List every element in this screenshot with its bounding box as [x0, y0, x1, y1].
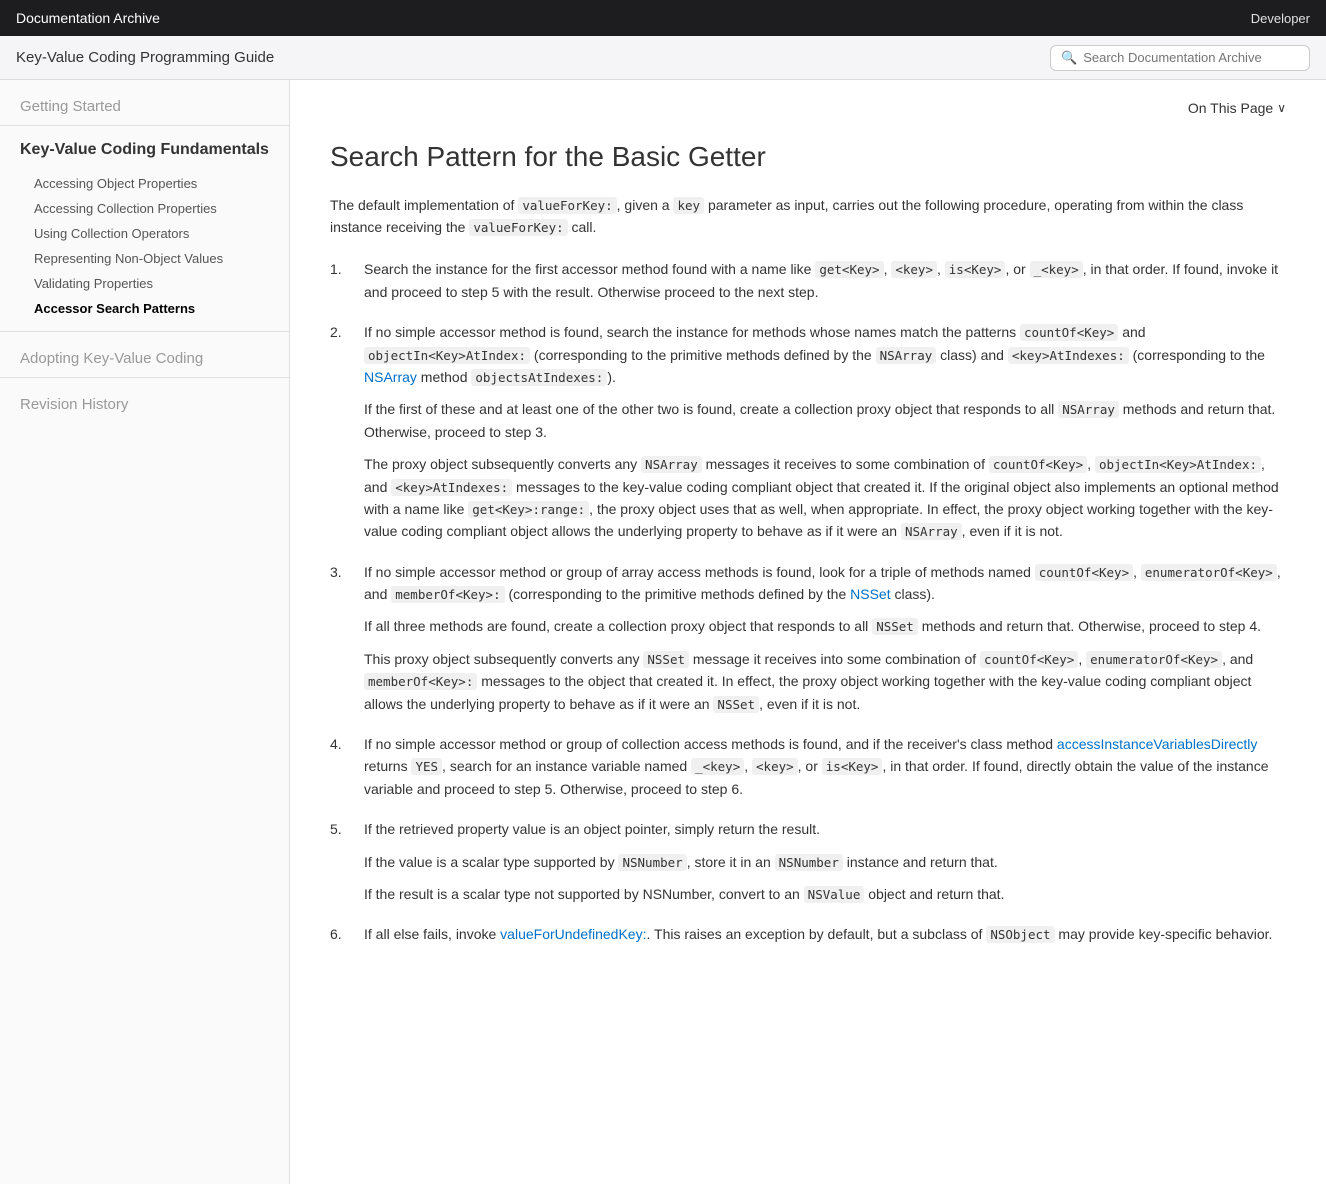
list-item-text: If all three methods are found, create a…	[364, 615, 1286, 637]
sidebar-item-validating[interactable]: Validating Properties	[20, 271, 269, 296]
list-item-text: This proxy object subsequently converts …	[364, 648, 1286, 715]
list-item: If all else fails, invoke valueForUndefi…	[330, 923, 1286, 945]
sidebar-adopting: Adopting Key-Value Coding	[0, 332, 289, 377]
list-item: If no simple accessor method is found, s…	[330, 321, 1286, 543]
main-layout: Getting Started Key-Value Coding Fundame…	[0, 80, 1326, 1184]
code-nsset2: NSSet	[643, 651, 689, 668]
article-intro: The default implementation of valueForKe…	[330, 194, 1286, 239]
sidebar-item-accessing-collection[interactable]: Accessing Collection Properties	[20, 196, 269, 221]
code-yes: YES	[411, 758, 442, 775]
on-this-page-bar: On This Page ∨	[330, 100, 1286, 124]
code-nsnumber2: NSNumber	[775, 854, 843, 871]
search-input[interactable]	[1083, 50, 1299, 65]
code-countofkey3: countOf<Key>	[1035, 564, 1133, 581]
code-keyatidx2: <key>AtIndexes:	[391, 479, 512, 496]
page-title: Key-Value Coding Programming Guide	[16, 49, 274, 66]
list-item-text: If no simple accessor method or group of…	[364, 733, 1286, 800]
search-box[interactable]: 🔍	[1050, 45, 1310, 71]
code-key: key	[673, 197, 704, 214]
on-this-page-button[interactable]: On This Page ∨	[1188, 100, 1286, 116]
list-item-content: If no simple accessor method or group of…	[364, 561, 1286, 715]
list-item: If no simple accessor method or group of…	[330, 561, 1286, 715]
list-item: Search the instance for the first access…	[330, 258, 1286, 303]
sidebar-kvc-group: Key-Value Coding Fundamentals Accessing …	[0, 126, 289, 331]
sidebar-item-accessing-object[interactable]: Accessing Object Properties	[20, 171, 269, 196]
article-list: Search the instance for the first access…	[330, 258, 1286, 945]
chevron-down-icon: ∨	[1277, 101, 1286, 115]
list-item-text: If no simple accessor method is found, s…	[364, 321, 1286, 388]
code-objectsatindexes: objectsAtIndexes:	[471, 369, 607, 386]
topbar-right: Developer	[1245, 11, 1310, 26]
sidebar: Getting Started Key-Value Coding Fundame…	[0, 80, 290, 1184]
code-key2: <key>	[891, 261, 937, 278]
subbar: Key-Value Coding Programming Guide 🔍	[0, 36, 1326, 80]
code-enumof: enumeratorOf<Key>	[1141, 564, 1277, 581]
content-area: On This Page ∨ Search Pattern for the Ba…	[290, 80, 1326, 1184]
list-item: If no simple accessor method or group of…	[330, 733, 1286, 800]
code-nsarray4: NSArray	[901, 523, 962, 540]
code-nsobject: NSObject	[986, 926, 1054, 943]
code-iskey2: is<Key>	[822, 758, 883, 775]
code-objectin: objectIn<Key>AtIndex:	[364, 347, 530, 364]
sidebar-getting-started: Getting Started	[0, 80, 289, 125]
list-item-text: If the result is a scalar type not suppo…	[364, 883, 1286, 905]
list-item-content: If all else fails, invoke valueForUndefi…	[364, 923, 1286, 945]
article-title: Search Pattern for the Basic Getter	[330, 140, 1286, 174]
code-enumof2: enumeratorOf<Key>	[1086, 651, 1222, 668]
link-nsset[interactable]: NSSet	[850, 586, 890, 602]
sidebar-revision: Revision History	[0, 378, 289, 423]
code-nsset3: NSSet	[713, 696, 759, 713]
code-nsnumber: NSNumber	[618, 854, 686, 871]
code-nsarray2: NSArray	[1058, 401, 1119, 418]
list-item-content: If the retrieved property value is an ob…	[364, 818, 1286, 905]
code-countofkey: countOf<Key>	[1020, 324, 1118, 341]
code-nsarray: NSArray	[876, 347, 937, 364]
list-item-text: The proxy object subsequently converts a…	[364, 453, 1286, 543]
list-item-content: If no simple accessor method or group of…	[364, 733, 1286, 800]
code-objectin2: objectIn<Key>AtIndex:	[1095, 456, 1261, 473]
list-item-text: If the value is a scalar type supported …	[364, 851, 1286, 873]
code-underkey2: _<key>	[691, 758, 744, 775]
code-countof3: countOf<Key>	[980, 651, 1078, 668]
code-key3: <key>	[752, 758, 798, 775]
code-underkey: _<key>	[1030, 261, 1083, 278]
link-accessinstancevars[interactable]: accessInstanceVariablesDirectly	[1057, 736, 1258, 752]
list-item-text: If the retrieved property value is an ob…	[364, 818, 1286, 840]
code-memberof: memberOf<Key>:	[391, 586, 504, 603]
list-item-text: Search the instance for the first access…	[364, 258, 1286, 303]
link-nsarray[interactable]: NSArray	[364, 369, 417, 385]
list-item-content: If no simple accessor method is found, s…	[364, 321, 1286, 543]
list-item-text: If all else fails, invoke valueForUndefi…	[364, 923, 1286, 945]
sidebar-item-accessor[interactable]: Accessor Search Patterns	[20, 296, 269, 321]
sidebar-kvc-title: Key-Value Coding Fundamentals	[20, 140, 269, 161]
code-countof2: countOf<Key>	[989, 456, 1087, 473]
code-memberof2: memberOf<Key>:	[364, 673, 477, 690]
code-getrange: get<Key>:range:	[468, 501, 589, 518]
link-valueforundefinedkey[interactable]: valueForUndefinedKey:	[500, 926, 646, 942]
code-valueforkey2: valueForKey:	[469, 219, 567, 236]
topbar: Documentation Archive Developer	[0, 0, 1326, 36]
on-this-page-label: On This Page	[1188, 100, 1273, 116]
list-item-text: If the first of these and at least one o…	[364, 398, 1286, 443]
code-iskey: is<Key>	[945, 261, 1006, 278]
sidebar-item-representing[interactable]: Representing Non-Object Values	[20, 246, 269, 271]
code-getkey: get<Key>	[815, 261, 883, 278]
code-valueforkey: valueForKey:	[518, 197, 616, 214]
developer-label: Developer	[1251, 11, 1310, 26]
code-nsset: NSSet	[872, 618, 918, 635]
list-item-content: Search the instance for the first access…	[364, 258, 1286, 303]
list-item: If the retrieved property value is an ob…	[330, 818, 1286, 905]
code-keyatindexes: <key>AtIndexes:	[1008, 347, 1129, 364]
code-nsarray3: NSArray	[641, 456, 702, 473]
topbar-title: Documentation Archive	[16, 10, 160, 26]
list-item-text: If no simple accessor method or group of…	[364, 561, 1286, 606]
code-nsvalue: NSValue	[804, 886, 865, 903]
sidebar-item-using-operators[interactable]: Using Collection Operators	[20, 221, 269, 246]
search-icon: 🔍	[1061, 50, 1077, 66]
